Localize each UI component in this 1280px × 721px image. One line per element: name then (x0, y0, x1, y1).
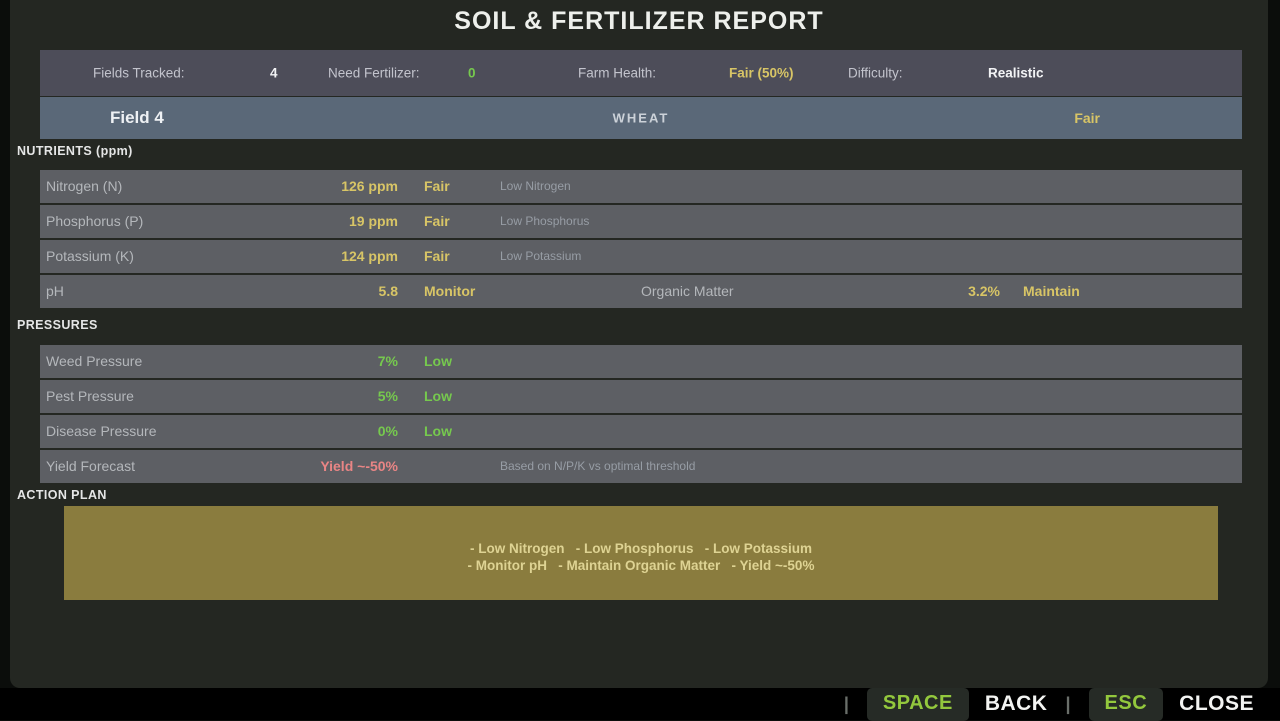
pressure-value: 5% (40, 380, 398, 413)
nutrient-value: 126 ppm (40, 170, 398, 203)
stat-farm-health-value: Fair (50%) (729, 66, 794, 81)
nutrient-value: 5.8 (40, 275, 398, 308)
pressure-status: Low (424, 345, 452, 378)
nutrient-row-nitrogen: Nitrogen (N) 126 ppm Fair Low Nitrogen (40, 170, 1242, 203)
nutrient-value: 124 ppm (40, 240, 398, 273)
field-header-row[interactable]: Field 4 WHEAT Fair (40, 97, 1242, 139)
organic-matter-label: Organic Matter (641, 275, 734, 308)
nutrient-status: Fair (424, 170, 450, 203)
yield-note: Based on N/P/K vs optimal threshold (500, 450, 695, 483)
organic-matter-value: 3.2% (968, 275, 1000, 308)
back-button[interactable]: SPACE BACK (867, 688, 1048, 721)
nutrient-value: 19 ppm (40, 205, 398, 238)
close-label: CLOSE (1179, 692, 1254, 716)
pressure-value: 0% (40, 415, 398, 448)
stat-difficulty-label: Difficulty: (848, 66, 903, 81)
farm-stats-bar: Fields Tracked: 4 Need Fertilizer: 0 Far… (40, 50, 1242, 96)
action-plan-line: - Monitor pH - Maintain Organic Matter -… (468, 557, 815, 574)
yield-forecast-row: Yield Forecast Yield ~-50% Based on N/P/… (40, 450, 1242, 483)
action-plan-heading: ACTION PLAN (17, 488, 107, 502)
nutrient-status: Monitor (424, 275, 475, 308)
organic-matter-status: Maintain (1023, 275, 1080, 308)
stat-difficulty-value: Realistic (988, 66, 1044, 81)
pressure-status: Low (424, 380, 452, 413)
pressure-status: Low (424, 415, 452, 448)
separator: | (844, 694, 849, 715)
pressure-value: 7% (40, 345, 398, 378)
nutrient-row-phosphorus: Phosphorus (P) 19 ppm Fair Low Phosphoru… (40, 205, 1242, 238)
stat-need-fertilizer-label: Need Fertilizer: (328, 66, 420, 81)
stat-fields-tracked-value: 4 (270, 66, 278, 81)
action-plan-line: - Low Nitrogen - Low Phosphorus - Low Po… (470, 540, 812, 557)
nutrient-note: Low Nitrogen (500, 170, 571, 203)
back-label: BACK (985, 692, 1048, 716)
close-button[interactable]: ESC CLOSE (1089, 688, 1254, 721)
nutrient-row-potassium: Potassium (K) 124 ppm Fair Low Potassium (40, 240, 1242, 273)
stat-need-fertilizer-value: 0 (468, 66, 476, 81)
field-status: Fair (1074, 110, 1100, 126)
nutrient-status: Fair (424, 240, 450, 273)
pressure-row-pest: Pest Pressure 5% Low (40, 380, 1242, 413)
field-crop: WHEAT (40, 111, 1242, 126)
nutrient-row-ph: pH 5.8 Monitor Organic Matter 3.2% Maint… (40, 275, 1242, 308)
stat-farm-health-label: Farm Health: (578, 66, 656, 81)
nutrient-note: Low Potassium (500, 240, 581, 273)
pressure-row-disease: Disease Pressure 0% Low (40, 415, 1242, 448)
nutrient-status: Fair (424, 205, 450, 238)
page-title: SOIL & FERTILIZER REPORT (10, 7, 1268, 36)
pressures-heading: PRESSURES (17, 318, 98, 332)
space-keycap[interactable]: SPACE (867, 688, 969, 721)
stat-fields-tracked-label: Fields Tracked: (93, 66, 185, 81)
esc-keycap[interactable]: ESC (1089, 688, 1164, 721)
action-plan-box: - Low Nitrogen - Low Phosphorus - Low Po… (64, 506, 1218, 600)
nutrients-heading: NUTRIENTS (ppm) (17, 144, 133, 158)
pressure-row-weed: Weed Pressure 7% Low (40, 345, 1242, 378)
keybind-footer: | SPACE BACK | ESC CLOSE (0, 688, 1280, 720)
nutrient-note: Low Phosphorus (500, 205, 589, 238)
yield-value: Yield ~-50% (40, 450, 398, 483)
separator: | (1065, 694, 1070, 715)
